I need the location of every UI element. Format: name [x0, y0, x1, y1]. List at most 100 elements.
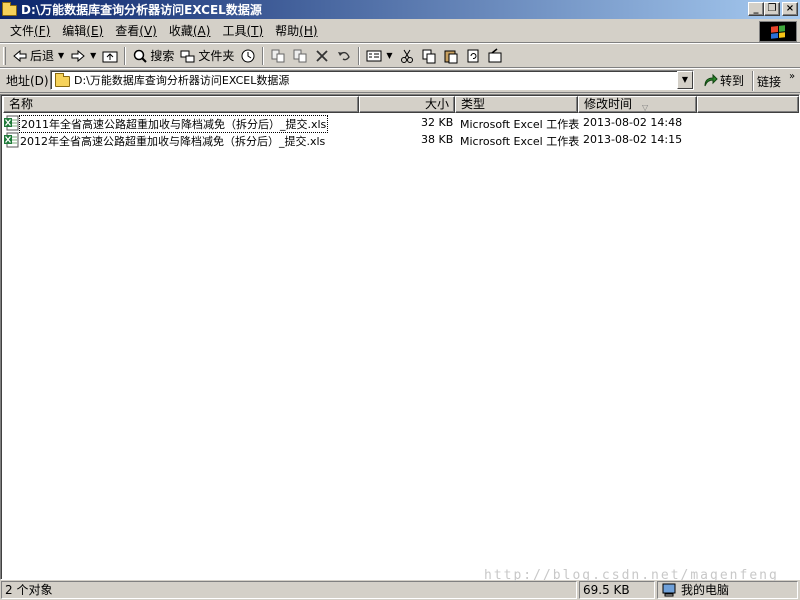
forward-arrow-icon: [71, 49, 85, 62]
column-empty[interactable]: [697, 96, 799, 113]
chevron-right-icon[interactable]: »: [789, 71, 795, 82]
column-size[interactable]: 大小: [359, 96, 455, 113]
up-folder-button[interactable]: [99, 46, 121, 66]
copy-to-icon: [293, 49, 307, 62]
menu-favorites-label: 收藏: [168, 23, 193, 38]
file-type: Microsoft Excel 工作表: [460, 118, 580, 131]
refresh-icon: [467, 49, 479, 62]
back-arrow-icon: [13, 49, 27, 62]
menu-edit-key: (E): [86, 23, 104, 38]
refresh-button[interactable]: [462, 46, 484, 66]
search-button[interactable]: 搜索: [129, 46, 177, 66]
properties-icon: [488, 47, 502, 62]
toolbar-separator: [262, 46, 265, 65]
delete-button[interactable]: [311, 46, 333, 66]
back-dropdown-icon[interactable]: ▼: [58, 51, 64, 60]
menu-edit-label: 编辑: [62, 23, 87, 38]
address-label: 地址(D): [6, 74, 49, 88]
menu-tools-key: (T): [246, 23, 264, 38]
status-location-text: 我的电脑: [681, 583, 730, 597]
folders-label: 文件夹: [198, 49, 235, 63]
column-name-label: 名称: [9, 97, 34, 111]
menu-view-key: (V): [139, 23, 157, 38]
undo-button[interactable]: [333, 46, 355, 66]
properties-button[interactable]: [484, 46, 506, 66]
cut-button[interactable]: [396, 46, 418, 66]
file-name[interactable]: 2012年全省高速公路超重加收与降档减免（拆分后）_提交.xls: [20, 133, 325, 149]
windows-flag-icon: [771, 24, 785, 39]
window-controls: _ ❐ ×: [748, 2, 798, 16]
status-object-count: 2 个对象: [1, 581, 577, 599]
list-item[interactable]: 2012年全省高速公路超重加收与降档减免（拆分后）_提交.xls 38 KB M…: [4, 132, 798, 148]
views-icon: [366, 50, 382, 61]
address-path: D:\万能数据库查询分析器访问EXCEL数据源: [74, 74, 290, 87]
search-icon: [134, 49, 148, 63]
forward-dropdown-icon[interactable]: ▼: [90, 51, 96, 60]
windows-logo: [759, 21, 797, 42]
history-button[interactable]: [237, 46, 259, 66]
excel-file-icon: [4, 132, 19, 148]
move-to-icon: [271, 49, 285, 62]
history-icon: [241, 49, 255, 62]
status-location: 我的电脑: [657, 581, 798, 599]
menu-view-label: 查看: [115, 23, 140, 38]
minimize-button[interactable]: _: [748, 2, 764, 16]
menu-view[interactable]: 查看(V): [109, 21, 163, 41]
forward-button[interactable]: ▼: [67, 46, 99, 66]
links-button[interactable]: 链接: [757, 73, 781, 90]
close-button[interactable]: ×: [782, 2, 798, 16]
go-button[interactable]: 转到: [702, 72, 744, 89]
file-list[interactable]: 名称 大小 类型 修改时间 ▽ 2011年全省高速公路超重加收与降档减免（拆分后）…: [0, 94, 800, 580]
delete-icon: [316, 49, 328, 62]
menu-tools-label: 工具: [222, 23, 247, 38]
back-button[interactable]: 后退 ▼: [9, 46, 67, 66]
file-modified: 2013-08-02 14:48: [583, 116, 683, 129]
toolbar-grip[interactable]: [3, 46, 6, 65]
column-name[interactable]: 名称: [3, 96, 359, 113]
cut-icon: [400, 49, 413, 63]
menu-tools[interactable]: 工具(T): [216, 21, 269, 41]
views-button[interactable]: ▼: [363, 46, 395, 66]
folder-icon: [2, 1, 18, 17]
views-dropdown-icon[interactable]: ▼: [386, 51, 392, 60]
go-label: 转到: [720, 74, 745, 88]
file-name[interactable]: 2011年全省高速公路超重加收与降档减免（拆分后）_提交.xls: [18, 115, 329, 133]
column-size-label: 大小: [424, 97, 449, 111]
column-modified[interactable]: 修改时间 ▽: [578, 96, 697, 113]
column-header-row: 名称 大小 类型 修改时间 ▽: [3, 96, 799, 113]
undo-icon: [338, 51, 351, 60]
list-item[interactable]: 2011年全省高速公路超重加收与降档减免（拆分后）_提交.xls 32 KB M…: [4, 115, 798, 133]
menu-help[interactable]: 帮助(H): [269, 21, 323, 41]
menu-favorites-key: (A): [192, 23, 211, 38]
paste-icon: [444, 50, 458, 63]
status-bar: 2 个对象 69.5 KB 我的电脑: [0, 580, 800, 600]
file-modified: 2013-08-02 14:15: [583, 133, 683, 146]
status-size: 69.5 KB: [579, 581, 655, 599]
toolbar-separator: [124, 46, 127, 65]
address-bar: 地址(D) D:\万能数据库查询分析器访问EXCEL数据源 ▼ 转到 链接 »: [0, 69, 800, 93]
status-size-text: 69.5 KB: [583, 583, 630, 597]
folder-icon: [55, 73, 70, 87]
menu-favorites[interactable]: 收藏(A): [163, 21, 217, 41]
copy-button[interactable]: [418, 46, 440, 66]
menu-file-label: 文件: [10, 23, 35, 38]
copy-to-button[interactable]: [289, 46, 311, 66]
links-separator: [752, 71, 754, 91]
column-type[interactable]: 类型: [455, 96, 578, 113]
column-type-label: 类型: [461, 97, 486, 111]
address-dropdown-button[interactable]: ▼: [677, 71, 693, 89]
menu-edit[interactable]: 编辑(E): [56, 21, 109, 41]
menu-file[interactable]: 文件(F): [4, 21, 56, 41]
back-label: 后退: [30, 49, 55, 63]
move-to-button[interactable]: [267, 46, 289, 66]
search-label: 搜索: [150, 49, 175, 63]
folders-icon: [180, 50, 195, 62]
menu-bar: 文件(F) 编辑(E) 查看(V) 收藏(A) 工具(T) 帮助(H): [0, 19, 800, 43]
menu-help-key: (H): [299, 23, 318, 38]
folders-button[interactable]: 文件夹: [177, 46, 237, 66]
title-bar[interactable]: D:\万能数据库查询分析器访问EXCEL数据源 _ ❐ ×: [0, 0, 800, 19]
standard-toolbar: 后退 ▼ ▼ 搜索 文件夹 ▼: [0, 44, 800, 68]
address-input[interactable]: D:\万能数据库查询分析器访问EXCEL数据源 ▼: [50, 70, 694, 90]
paste-button[interactable]: [440, 46, 462, 66]
restore-button[interactable]: ❐: [764, 2, 780, 16]
